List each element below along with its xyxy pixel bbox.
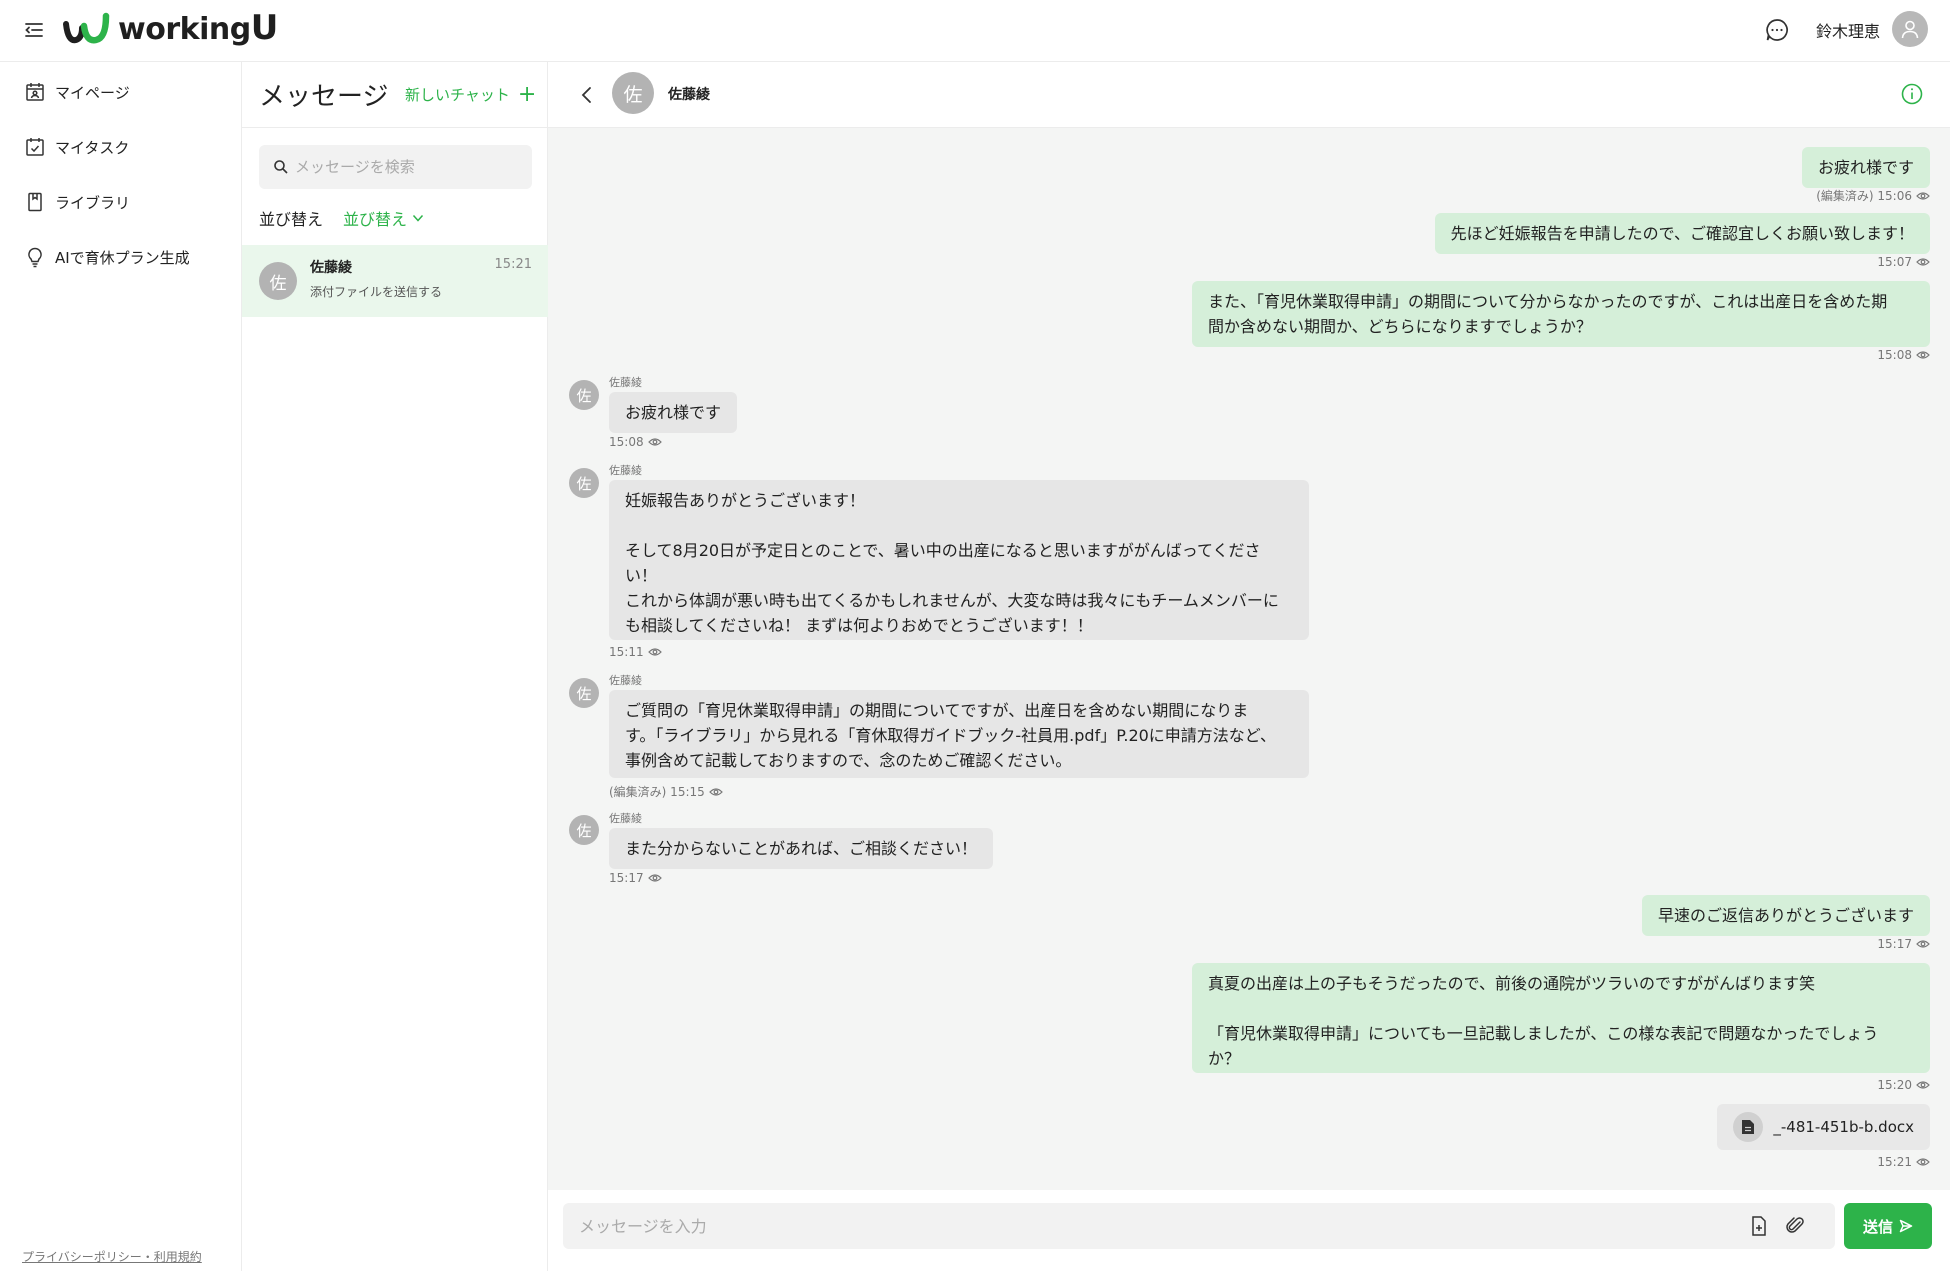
eye-icon: [1916, 940, 1930, 948]
message-bubble-out[interactable]: 早速のご返信ありがとうございます: [1641, 895, 1930, 936]
avatar: 佐: [569, 380, 599, 410]
message-meta: 15:17: [1877, 937, 1930, 951]
sender-name: 佐藤綾: [609, 812, 642, 825]
book-icon: [24, 191, 46, 213]
user-avatar[interactable]: [1892, 11, 1928, 47]
conversation-item[interactable]: 佐 佐藤綾 15:21 添付ファイルを送信する: [242, 245, 548, 317]
avatar: 佐: [569, 678, 599, 708]
search-box[interactable]: [259, 145, 532, 189]
back-icon[interactable]: [576, 84, 598, 106]
sidebar-item-label: AIで育休プラン生成: [55, 248, 190, 267]
chat-bubble-icon[interactable]: [1764, 17, 1790, 43]
sender-name: 佐藤綾: [609, 464, 642, 477]
avatar: 佐: [259, 262, 297, 300]
logo-mark-icon: [63, 12, 110, 44]
new-chat-label: 新しいチャット: [405, 86, 510, 104]
app-logo[interactable]: workingU: [62, 8, 278, 48]
chat-header: 佐 佐藤綾: [548, 62, 1950, 128]
message-meta: 15:08: [1877, 348, 1930, 362]
conversation-preview: 添付ファイルを送信する: [310, 285, 443, 299]
paperclip-icon[interactable]: [1783, 1214, 1807, 1238]
chat-panel: 佐 佐藤綾 お疲れ様です (編集済み) 15:06 先ほど妊娠報告を申請したので…: [548, 62, 1950, 1271]
send-label: 送信: [1862, 1217, 1893, 1236]
menu-toggle-icon[interactable]: [22, 18, 46, 42]
sort-row: 並び替え 並び替え: [259, 206, 424, 230]
file-attachment[interactable]: _-481-451b-b.docx: [1717, 1104, 1930, 1150]
send-icon: [1899, 1219, 1913, 1233]
sidebar-item-label: マイタスク: [55, 138, 130, 157]
message-meta: 15:21: [1877, 1155, 1930, 1169]
message-meta: 15:20: [1877, 1078, 1930, 1092]
message-list-panel: メッセージ 新しいチャット + 並び替え 並び替え 佐 佐藤綾 15:21 添付…: [242, 62, 548, 1271]
conversation-time: 15:21: [494, 257, 532, 272]
calendar-check-icon: [24, 136, 46, 158]
message-composer: 送信: [548, 1190, 1950, 1271]
calendar-user-icon: [24, 81, 46, 103]
sender-name: 佐藤綾: [609, 376, 642, 389]
eye-icon: [1916, 258, 1930, 266]
user-name[interactable]: 鈴木理恵: [1816, 18, 1880, 42]
eye-icon: [1916, 351, 1930, 359]
plus-icon: +: [517, 81, 537, 107]
sidebar-item-mypage[interactable]: マイページ: [24, 79, 130, 105]
message-bubble-out[interactable]: お疲れ様です: [1801, 147, 1930, 188]
message-bubble-in[interactable]: また分からないことがあれば、ご相談ください！: [609, 828, 994, 869]
app-header: workingU 鈴木理恵: [0, 0, 1950, 62]
message-list-header: メッセージ 新しいチャット +: [242, 62, 548, 128]
sidebar-item-mytask[interactable]: マイタスク: [24, 134, 129, 160]
eye-icon: [1916, 191, 1930, 200]
message-meta: 15:07: [1877, 255, 1930, 269]
sidebar-item-label: ライブラリ: [55, 193, 131, 212]
message-meta: 15:08: [609, 435, 662, 449]
sidebar-item-label: マイページ: [55, 83, 130, 102]
eye-icon: [708, 787, 723, 796]
message-meta: 15:17: [609, 871, 662, 885]
message-bubble-in[interactable]: 妊娠報告ありがとうございます！ そして8月20日が予定日とのことで、暑い中の出産…: [609, 480, 1309, 640]
sort-value: 並び替え: [343, 210, 408, 229]
eye-icon: [647, 874, 662, 882]
new-chat-button[interactable]: 新しいチャット +: [405, 81, 537, 107]
eye-icon: [647, 438, 662, 446]
logo-text: workingU: [118, 8, 278, 48]
message-meta: 15:11: [609, 645, 662, 659]
search-input[interactable]: [295, 158, 525, 176]
message-bubble-in[interactable]: お疲れ様です: [609, 392, 738, 433]
eye-icon: [1916, 1081, 1930, 1089]
sidebar-item-ai-plan[interactable]: AIで育休プラン生成: [24, 244, 190, 270]
message-meta: (編集済み) 15:15: [609, 783, 723, 800]
file-name: _-481-451b-b.docx: [1773, 1118, 1914, 1136]
chat-partner-name: 佐藤綾: [668, 87, 710, 103]
message-meta: (編集済み) 15:06: [1816, 187, 1930, 204]
user-icon: [1901, 20, 1919, 39]
message-bubble-in[interactable]: ご質問の「育児休業取得申請」の期間についてですが、出産日を含めない期間になりま …: [609, 690, 1309, 778]
document-icon: [1733, 1112, 1764, 1142]
privacy-terms-link[interactable]: プライバシーポリシー・利用規約: [22, 1248, 202, 1265]
eye-icon: [1916, 1158, 1930, 1166]
message-input[interactable]: [579, 1216, 1739, 1236]
avatar: 佐: [569, 815, 599, 845]
send-button[interactable]: 送信: [1844, 1203, 1932, 1249]
conversation-name: 佐藤綾: [310, 260, 352, 276]
chevron-down-icon: [412, 214, 424, 222]
sort-dropdown[interactable]: 並び替え: [343, 206, 424, 230]
search-icon: [274, 160, 288, 174]
composer-box[interactable]: [563, 1203, 1835, 1249]
message-bubble-out[interactable]: 真夏の出産は上の子もそうだったので、前後の通院がツラいのですががんばります笑 「…: [1192, 963, 1930, 1073]
avatar: 佐: [569, 468, 599, 498]
avatar: 佐: [612, 72, 654, 114]
file-add-icon[interactable]: [1747, 1214, 1771, 1238]
sidebar-item-library[interactable]: ライブラリ: [24, 189, 130, 215]
lightbulb-icon: [24, 246, 46, 268]
page-title: メッセージ: [259, 82, 389, 112]
message-bubble-out[interactable]: 先ほど妊娠報告を申請したので、ご確認宜しくお願い致します！: [1434, 213, 1930, 254]
message-bubble-out[interactable]: また、「育児休業取得申請」の期間について分からなかったのですが、これは出産日を含…: [1192, 281, 1930, 347]
sender-name: 佐藤綾: [609, 674, 642, 687]
info-icon[interactable]: [1900, 82, 1924, 106]
sort-label: 並び替え: [259, 210, 324, 229]
eye-icon: [647, 648, 662, 656]
sidebar: マイページ マイタスク ライブラリ AIで育休プラン生成 プライバシーポリシー・…: [0, 62, 242, 1271]
